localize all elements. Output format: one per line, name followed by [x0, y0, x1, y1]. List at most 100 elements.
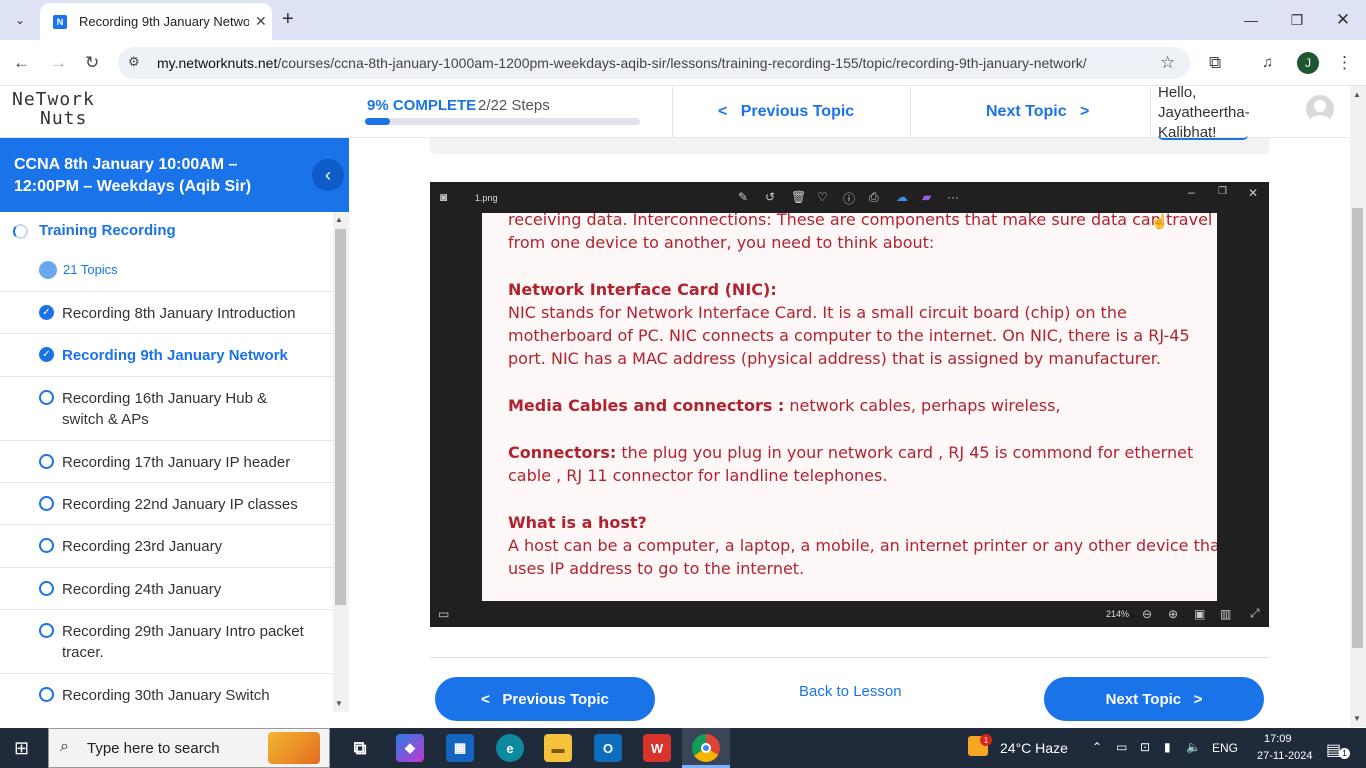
- task-view-icon[interactable]: ⧉: [346, 734, 374, 762]
- weather-text[interactable]: 24°C Haze: [1000, 740, 1068, 756]
- profile-avatar[interactable]: J: [1297, 52, 1319, 74]
- file-explorer-icon[interactable]: ▬: [544, 734, 572, 762]
- zoom-out-icon[interactable]: ⊖: [1142, 607, 1152, 621]
- previous-topic-button[interactable]: < Previous Topic: [435, 677, 655, 721]
- clock-date[interactable]: 27-11-2024: [1257, 750, 1312, 762]
- filmstrip-icon[interactable]: ▭: [438, 607, 449, 621]
- heart-icon[interactable]: ♡: [817, 190, 828, 204]
- header-divider: [672, 87, 673, 137]
- page-scroll-thumb[interactable]: [1352, 208, 1363, 648]
- more-dots-icon[interactable]: ···: [947, 190, 959, 204]
- section-title[interactable]: Training Recording: [39, 222, 176, 239]
- header-previous-topic-link[interactable]: < Previous Topic: [718, 103, 854, 121]
- delete-icon[interactable]: 🗑: [791, 190, 806, 204]
- viewer-minimize-icon[interactable]: –: [1188, 185, 1195, 199]
- search-placeholder[interactable]: Type here to search: [87, 740, 220, 757]
- section-progress-icon: [13, 224, 28, 239]
- user-greeting[interactable]: Hello, Jayatheertha-Kalibhat!: [1158, 83, 1268, 143]
- forward-arrow-icon[interactable]: →: [50, 53, 67, 73]
- logo-line1: NeΤwork: [12, 89, 95, 110]
- notification-count-badge: 1: [1339, 748, 1350, 759]
- user-avatar[interactable]: [1306, 95, 1334, 123]
- browser-tab-active[interactable]: N Recording 9th January Network ✕: [40, 3, 272, 40]
- meet-icon[interactable]: ⊡: [1140, 740, 1150, 754]
- course-title[interactable]: CCNA 8th January 10:00AM – 12:00PM – Wee…: [14, 154, 304, 198]
- outlook-icon[interactable]: O: [594, 734, 622, 762]
- topics-dot-icon: [39, 261, 57, 279]
- edge-icon[interactable]: e: [496, 734, 524, 762]
- extensions-icon[interactable]: ⧉: [1209, 53, 1221, 73]
- lesson-item[interactable]: ✓ Recording 8th January Introduction: [0, 291, 333, 333]
- lesson-item[interactable]: Recording 17th January IP header: [0, 440, 333, 482]
- header-next-topic-link[interactable]: Next Topic >: [986, 103, 1089, 121]
- scroll-up-arrow-icon[interactable]: ▲: [335, 215, 343, 224]
- cloud-icon[interactable]: ☁: [896, 190, 908, 204]
- networknuts-logo[interactable]: NeΤwork Nuts: [12, 90, 95, 128]
- actual-size-icon[interactable]: ▥: [1220, 607, 1231, 621]
- page-scroll-up-icon[interactable]: ▲: [1353, 90, 1361, 99]
- search-highlight-image[interactable]: [268, 732, 320, 764]
- content-divider: [430, 657, 1269, 658]
- wps-office-icon[interactable]: W: [643, 734, 671, 762]
- new-tab-button[interactable]: +: [282, 9, 294, 29]
- info-icon[interactable]: ⓘ: [843, 190, 855, 207]
- lesson-label: Recording 16th January Hub & switch & AP…: [62, 390, 268, 428]
- network-icon[interactable]: ▭: [1116, 740, 1127, 754]
- header-next-label: Next Topic: [986, 103, 1067, 120]
- scroll-down-arrow-icon[interactable]: ▼: [335, 699, 343, 708]
- lesson-label: Recording 30th January Switch: [62, 687, 270, 704]
- empty-circle-icon: [39, 454, 54, 469]
- edit-icon[interactable]: ✎: [738, 190, 748, 204]
- empty-circle-icon: [39, 496, 54, 511]
- content-top-bar: [430, 138, 1269, 154]
- header-divider: [1150, 87, 1151, 137]
- back-arrow-icon[interactable]: ←: [13, 53, 30, 73]
- topics-count[interactable]: 21 Topics: [63, 262, 118, 277]
- lesson-item[interactable]: Recording 23rd January: [0, 524, 333, 567]
- window-close-button[interactable]: ✕: [1320, 6, 1366, 34]
- lesson-item[interactable]: Recording 30th January Switch: [0, 673, 333, 712]
- sidebar-collapse-button[interactable]: ‹: [312, 159, 344, 191]
- tab-search-chevron-icon[interactable]: ⌄: [8, 8, 32, 32]
- clipchamp-icon[interactable]: ▰: [922, 190, 931, 204]
- lesson-item[interactable]: Recording 22nd January IP classes: [0, 482, 333, 524]
- rotate-icon[interactable]: ↺: [765, 190, 775, 204]
- lesson-item[interactable]: Recording 29th January Intro packet trac…: [0, 609, 333, 673]
- store-icon[interactable]: ▦: [446, 734, 474, 762]
- empty-circle-icon: [39, 687, 54, 702]
- input-language[interactable]: ENG: [1212, 741, 1238, 755]
- viewer-close-icon[interactable]: ✕: [1248, 186, 1258, 200]
- restore-button[interactable]: ❐: [1274, 6, 1320, 34]
- fit-window-icon[interactable]: ▣: [1194, 607, 1205, 621]
- lesson-item[interactable]: Recording 24th January: [0, 567, 333, 609]
- site-info-icon[interactable]: ⚙: [128, 54, 140, 70]
- mouse-cursor-icon: ☝: [1151, 213, 1169, 229]
- lesson-item[interactable]: Recording 16th January Hub & switch & AP…: [0, 376, 333, 440]
- lesson-label: Recording 23rd January: [62, 538, 223, 555]
- url-text[interactable]: my.networknuts.net/courses/ccna-8th-janu…: [157, 55, 1087, 71]
- page-scroll-down-icon[interactable]: ▼: [1353, 714, 1361, 723]
- clock-time[interactable]: 17:09: [1264, 733, 1292, 745]
- reload-icon[interactable]: ↻: [85, 53, 99, 73]
- bookmark-star-icon[interactable]: ☆: [1160, 53, 1175, 73]
- fullscreen-icon[interactable]: ⤢: [1250, 606, 1260, 621]
- battery-icon[interactable]: ▮: [1164, 740, 1171, 754]
- media-controls-icon[interactable]: ♫: [1262, 53, 1273, 73]
- print-icon[interactable]: ⎙: [869, 190, 879, 205]
- next-topic-button[interactable]: Next Topic >: [1044, 677, 1264, 721]
- zoom-in-icon[interactable]: ⊕: [1168, 607, 1178, 621]
- tab-close-icon[interactable]: ✕: [255, 13, 267, 30]
- menu-dots-icon[interactable]: ⋮: [1336, 53, 1353, 73]
- back-to-lesson-link[interactable]: Back to Lesson: [799, 683, 902, 700]
- volume-icon[interactable]: 🔈: [1186, 740, 1201, 754]
- windows-start-icon[interactable]: ⊞: [14, 738, 29, 759]
- lesson-label: Recording 9th January Network: [62, 347, 288, 364]
- viewer-maximize-icon[interactable]: ❐: [1218, 186, 1227, 197]
- chrome-icon[interactable]: [692, 734, 720, 762]
- show-hidden-icons-chevron[interactable]: ⌃: [1092, 740, 1102, 754]
- minimize-button[interactable]: —: [1228, 6, 1274, 34]
- weather-alert-badge: 1: [980, 734, 992, 746]
- lesson-item[interactable]: ✓ Recording 9th January Network: [0, 333, 333, 376]
- copilot-icon[interactable]: ◆: [396, 734, 424, 762]
- sidebar-scroll-thumb[interactable]: [335, 229, 346, 605]
